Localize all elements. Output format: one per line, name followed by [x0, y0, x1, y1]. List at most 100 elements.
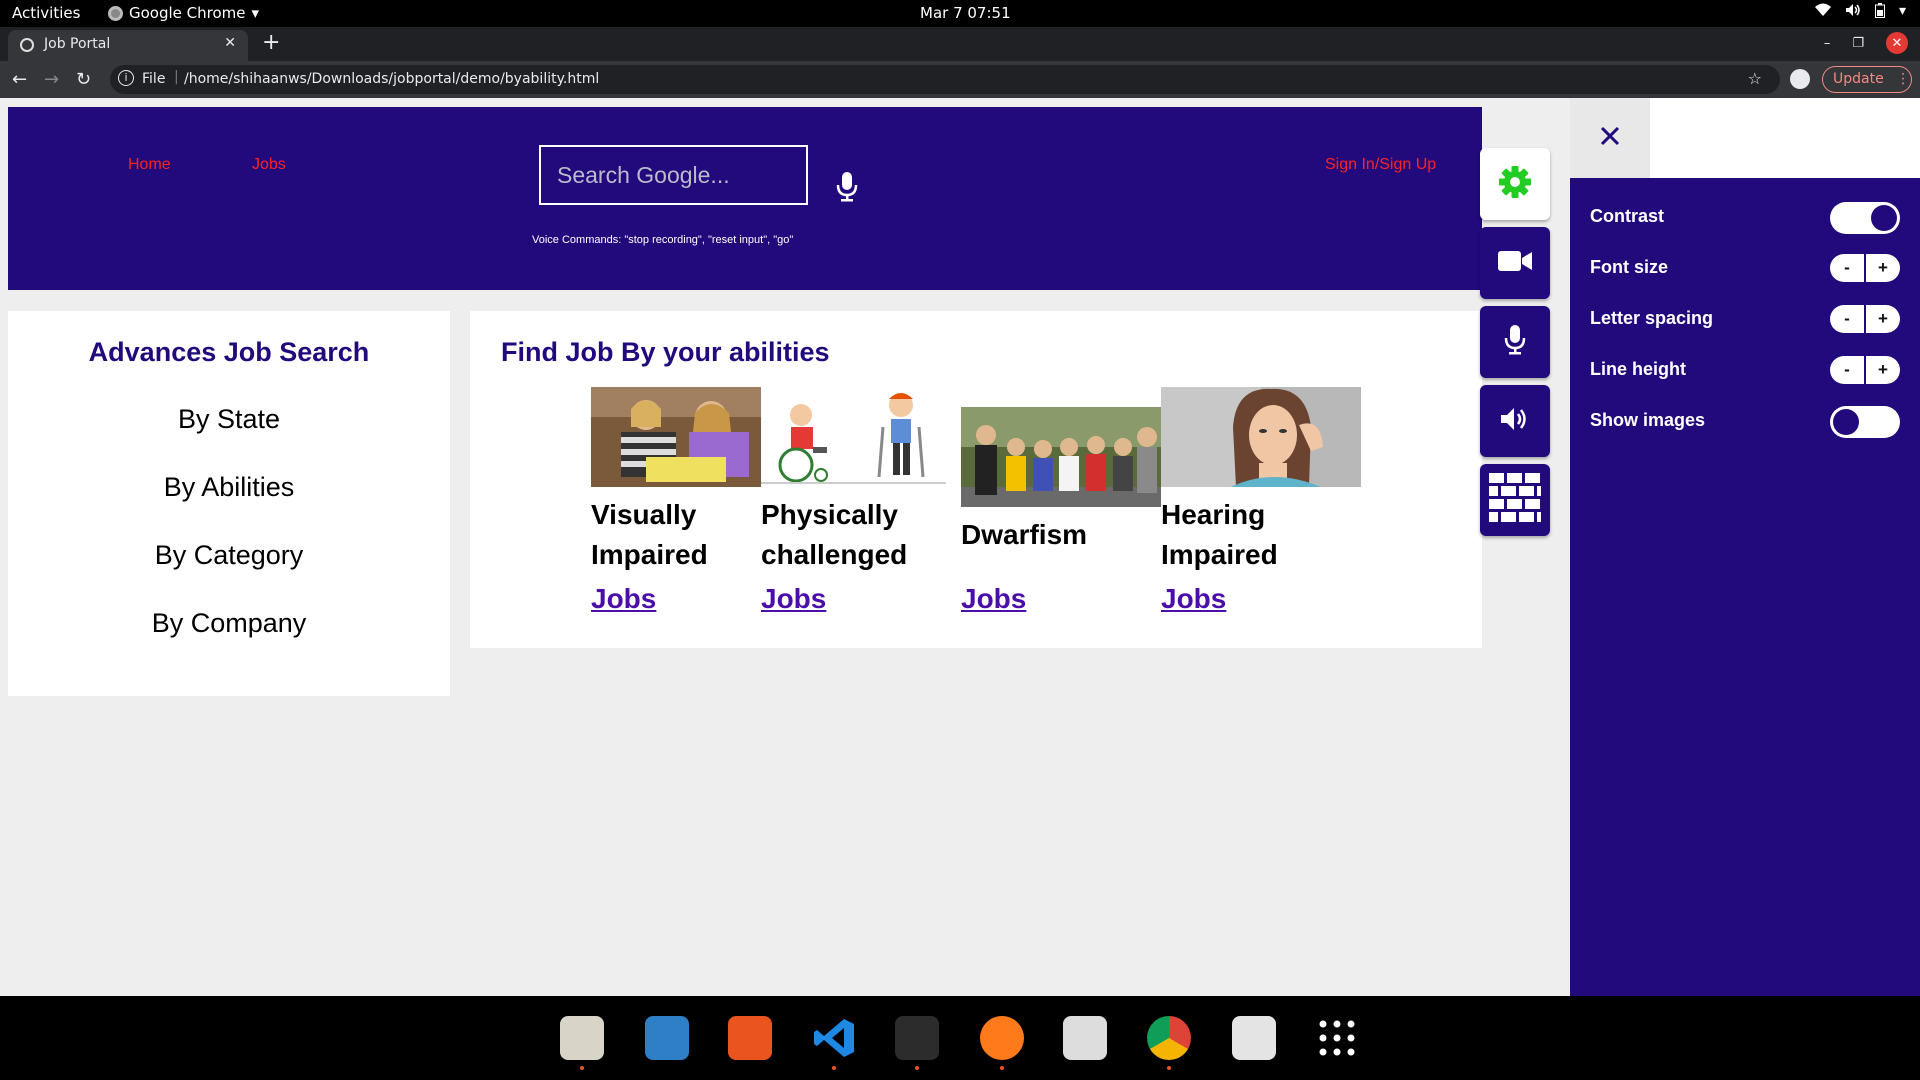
font-size-label: Font size	[1590, 257, 1669, 277]
running-indicator	[832, 1066, 836, 1070]
letter-spacing-row: Letter spacing - +	[1590, 304, 1900, 334]
wifi-icon	[1814, 3, 1831, 22]
line-height-decrease-button[interactable]: -	[1830, 356, 1864, 384]
show-images-toggle[interactable]	[1830, 406, 1900, 438]
dwarfism-jobs-link[interactable]: Jobs	[961, 583, 1026, 615]
activities-button[interactable]: Activities	[12, 4, 80, 22]
font-size-increase-button[interactable]: +	[1866, 254, 1900, 282]
site-header: Home Jobs Voice Commands: "stop recordin…	[8, 107, 1482, 290]
visually-impaired-jobs-link[interactable]: Jobs	[591, 583, 656, 615]
show-images-label: Show images	[1590, 410, 1706, 430]
files-icon[interactable]	[560, 1016, 604, 1060]
terminal-icon[interactable]	[895, 1016, 939, 1060]
option-by-state[interactable]: By State	[8, 404, 450, 435]
app-grid-icon[interactable]	[1315, 1016, 1359, 1060]
abilities-card: Find Job By your abilities Visually Impa…	[470, 311, 1482, 648]
address-bar[interactable]: i File | /home/shihaanws/Downloads/jobpo…	[110, 65, 1780, 94]
microphone-icon	[1504, 324, 1526, 360]
search-box	[539, 145, 808, 205]
toggle-knob	[1871, 205, 1897, 231]
browser-toolbar: ← → ↻ i File | /home/shihaanws/Downloads…	[0, 61, 1920, 98]
nav-jobs-link[interactable]: Jobs	[252, 156, 286, 174]
trash-icon[interactable]	[1232, 1016, 1276, 1060]
software-center-icon[interactable]	[728, 1016, 772, 1060]
hearing-impaired-jobs-link[interactable]: Jobs	[1161, 583, 1226, 615]
option-by-abilities[interactable]: By Abilities	[8, 472, 450, 503]
window-close-button[interactable]: ✕	[1886, 32, 1908, 54]
vscode-icon[interactable]	[812, 1016, 856, 1060]
new-tab-button[interactable]: +	[262, 30, 280, 55]
option-by-category[interactable]: By Category	[8, 540, 450, 571]
speaker-button[interactable]	[1480, 385, 1550, 457]
microphone-icon[interactable]	[836, 171, 858, 207]
tab-title: Job Portal	[44, 36, 111, 52]
line-height-stepper: - +	[1830, 356, 1900, 384]
update-button[interactable]: Update ⋮	[1822, 66, 1912, 93]
running-indicator	[915, 1066, 919, 1070]
physically-challenged-jobs-link[interactable]: Jobs	[761, 583, 826, 615]
letter-spacing-increase-button[interactable]: +	[1866, 305, 1900, 333]
tab-job-portal[interactable]: Job Portal ✕	[8, 30, 248, 61]
video-button[interactable]	[1480, 227, 1550, 299]
running-indicator	[580, 1066, 584, 1070]
chrome-icon[interactable]	[1147, 1016, 1191, 1060]
more-menu-icon: ⋮	[1896, 71, 1911, 87]
keyboard-grid-button[interactable]	[1480, 464, 1550, 536]
abilities-title: Find Job By your abilities	[501, 337, 830, 367]
letter-spacing-label: Letter spacing	[1590, 308, 1714, 328]
line-height-row: Line height - +	[1590, 355, 1900, 385]
advanced-search-title: Advances Job Search	[88, 337, 370, 367]
signin-link[interactable]: Sign In/Sign Up	[1325, 156, 1436, 174]
ability-name: Hearing Impaired	[1161, 499, 1278, 570]
search-input[interactable]	[541, 147, 806, 203]
advanced-search-card: Advances Job Search By State By Abilitie…	[8, 311, 450, 696]
system-top-bar: Activities Google Chrome ▾ Mar 7 07:51 ▾	[0, 0, 1920, 27]
firefox-icon[interactable]	[980, 1016, 1024, 1060]
close-icon[interactable]: ✕	[224, 35, 236, 51]
font-size-stepper: - +	[1830, 254, 1900, 282]
ability-dwarfism: Dwarfism Jobs	[961, 407, 1161, 614]
voice-commands-hint: Voice Commands: "stop recording", "reset…	[532, 234, 794, 246]
contrast-label: Contrast	[1590, 206, 1665, 226]
physically-challenged-image	[761, 387, 946, 487]
restore-icon[interactable]: ❐	[1852, 36, 1864, 51]
visually-impaired-image	[591, 387, 761, 487]
letter-spacing-decrease-button[interactable]: -	[1830, 305, 1864, 333]
reload-icon[interactable]: ↻	[76, 69, 91, 90]
writer-icon[interactable]	[645, 1016, 689, 1060]
image-viewer-icon[interactable]	[1063, 1016, 1107, 1060]
system-tray[interactable]: ▾	[1814, 3, 1906, 22]
settings-button[interactable]	[1480, 148, 1550, 220]
ability-hearing-impaired: Hearing Impaired Jobs	[1161, 387, 1361, 614]
dwarfism-image	[961, 407, 1161, 507]
video-camera-icon	[1498, 250, 1532, 276]
bookmark-star-icon[interactable]: ☆	[1748, 69, 1762, 88]
line-height-label: Line height	[1590, 359, 1686, 379]
voice-button[interactable]	[1480, 306, 1550, 378]
line-height-increase-button[interactable]: +	[1866, 356, 1900, 384]
tab-strip: Job Portal ✕	[0, 27, 1920, 61]
speaker-icon	[1500, 406, 1530, 436]
url-separator: |	[174, 69, 179, 85]
nav-home-link[interactable]: Home	[128, 156, 171, 174]
url-text[interactable]: /home/shihaanws/Downloads/jobportal/demo…	[184, 71, 599, 87]
minimize-icon[interactable]: –	[1824, 36, 1831, 51]
clock[interactable]: Mar 7 07:51	[920, 4, 1011, 22]
option-by-company[interactable]: By Company	[8, 608, 450, 639]
accessibility-panel: Contrast Font size - + Letter spacing - …	[1570, 98, 1920, 996]
ability-name: Visually Impaired	[591, 499, 708, 570]
font-size-decrease-button[interactable]: -	[1830, 254, 1864, 282]
profile-avatar[interactable]	[1790, 69, 1810, 89]
contrast-toggle[interactable]	[1830, 202, 1900, 234]
app-menu[interactable]: Google Chrome ▾	[108, 4, 259, 22]
url-scheme: File	[142, 71, 166, 87]
contrast-row: Contrast	[1590, 202, 1900, 234]
gear-icon	[1498, 165, 1532, 203]
panel-close-button[interactable]	[1570, 98, 1650, 178]
ability-physically-challenged: Physically challenged Jobs	[761, 387, 946, 614]
info-icon[interactable]: i	[118, 70, 134, 86]
forward-icon[interactable]: →	[44, 69, 59, 90]
window-controls: – ❐ ✕	[1824, 32, 1908, 54]
back-icon[interactable]: ←	[12, 69, 27, 90]
running-indicator	[1000, 1066, 1004, 1070]
